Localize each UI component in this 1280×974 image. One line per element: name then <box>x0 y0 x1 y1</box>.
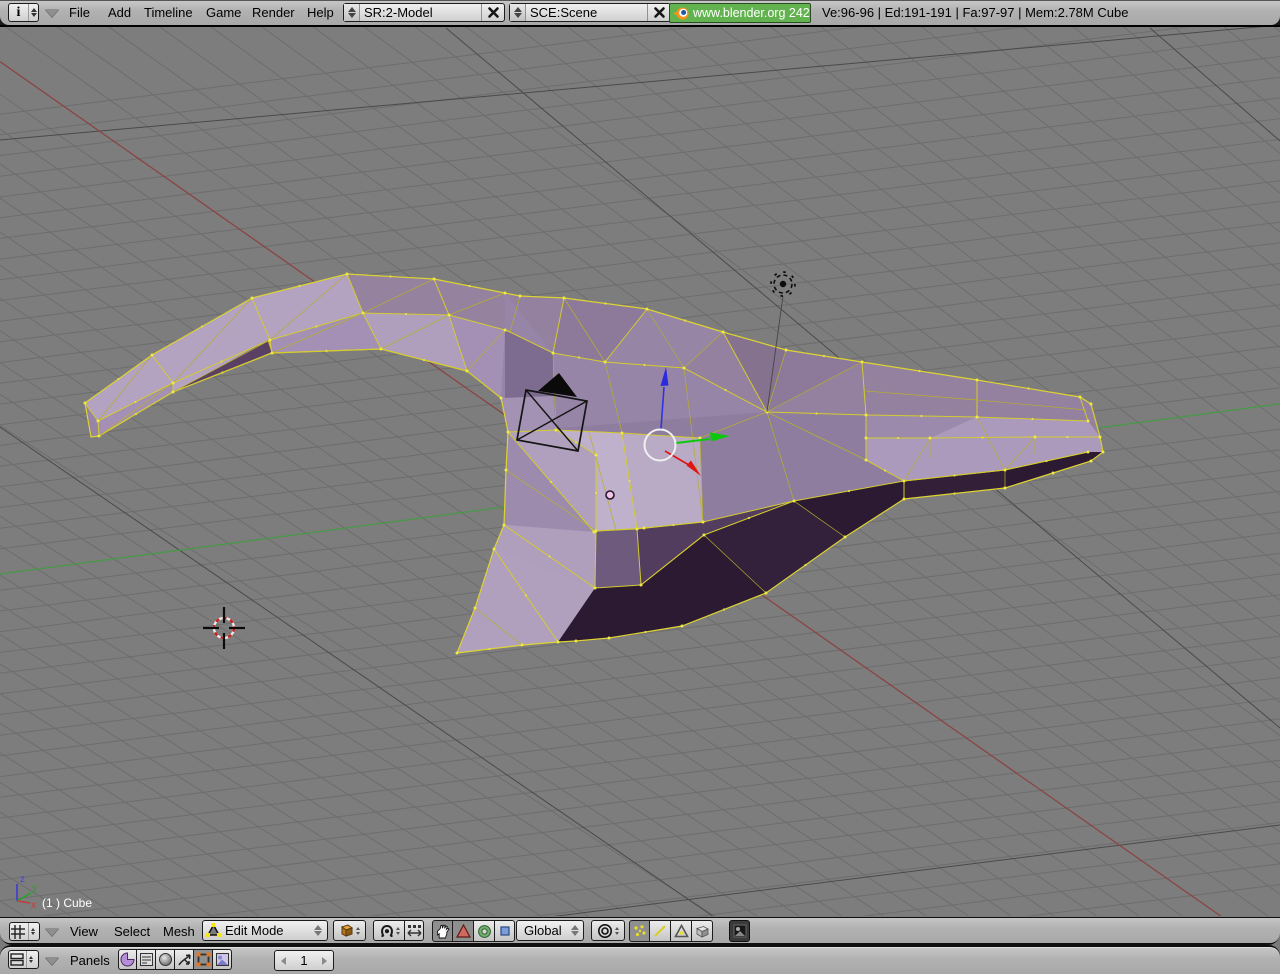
svg-text:y: y <box>32 883 37 894</box>
svg-text:z: z <box>20 874 25 885</box>
svg-text:x: x <box>31 900 36 911</box>
svg-text:(1 ) Cube: (1 ) Cube <box>42 896 92 910</box>
